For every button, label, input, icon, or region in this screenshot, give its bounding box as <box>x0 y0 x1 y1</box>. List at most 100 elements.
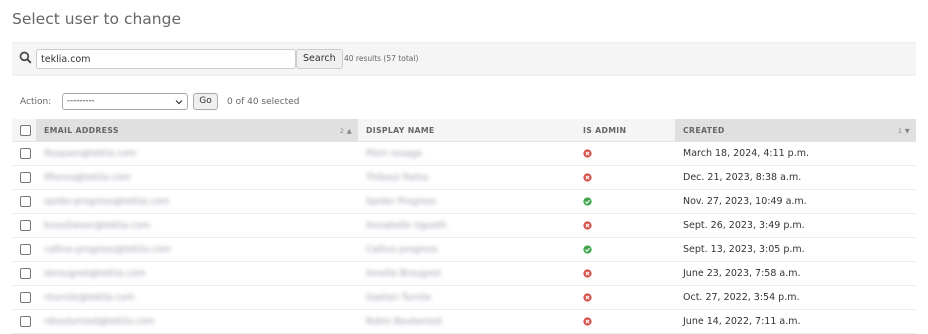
table-row: bvoutlaiser@teklia.com Annabelle Ugueth Se… <box>12 213 916 238</box>
is-admin-cell <box>575 213 675 238</box>
check-circle-icon <box>583 197 592 206</box>
go-button[interactable]: Go <box>193 93 218 110</box>
column-header-created[interactable]: CREATED 1 ▼ <box>675 119 916 142</box>
display-name: Plein rouage <box>366 149 423 159</box>
email-link[interactable]: tflonus@teklia.com <box>44 173 131 183</box>
row-checkbox-cell <box>12 261 36 286</box>
column-header-is-admin[interactable]: IS ADMIN <box>575 119 675 142</box>
created-cell: Dec. 21, 2023, 8:38 a.m. <box>675 165 916 190</box>
email-cell: lbuquen@teklia.com <box>36 141 358 166</box>
created-cell: Sept. 26, 2023, 3:49 p.m. <box>675 213 916 238</box>
search-icon <box>19 51 32 64</box>
cross-circle-icon <box>583 317 592 326</box>
email-link[interactable]: nturnlie@teklia.com <box>44 293 135 303</box>
display-name: Amelie Brougnet <box>366 269 442 279</box>
is-admin-cell <box>575 189 675 214</box>
is-admin-cell <box>575 141 675 166</box>
check-circle-icon <box>583 245 592 254</box>
select-all-header <box>12 119 36 142</box>
email-cell: spider-progress@teklia.com <box>36 189 358 214</box>
cross-circle-icon <box>583 293 592 302</box>
display-name-cell: Robin Baubertod <box>358 309 575 334</box>
display-name: Annabelle Ugueth <box>366 221 447 231</box>
display-name: Thibaut Ralnu <box>366 173 429 183</box>
created-cell: June 23, 2023, 7:58 a.m. <box>675 261 916 286</box>
email-link[interactable]: callivo-progress@teklia.com <box>44 245 171 255</box>
email-cell: tflonus@teklia.com <box>36 165 358 190</box>
table-row: sbrougnet@teklia.com Amelie Brougnet June … <box>12 261 916 286</box>
is-admin-cell <box>575 285 675 310</box>
row-checkbox[interactable] <box>20 292 31 303</box>
display-name-cell: Spider Progress <box>358 189 575 214</box>
row-checkbox[interactable] <box>20 196 31 207</box>
email-link[interactable]: bvoutlaiser@teklia.com <box>44 221 150 231</box>
column-header-is-admin-label: IS ADMIN <box>583 125 627 135</box>
action-bar: Action: --------- Go 0 of 40 selected <box>12 92 916 114</box>
email-cell: rdoudumiod@teklia.com <box>36 309 358 334</box>
row-checkbox-cell <box>12 237 36 262</box>
row-checkbox-cell <box>12 189 36 214</box>
email-link[interactable]: rdoudumiod@teklia.com <box>44 317 154 327</box>
row-checkbox-cell <box>12 309 36 334</box>
row-checkbox[interactable] <box>20 244 31 255</box>
row-checkbox[interactable] <box>20 316 31 327</box>
created-sort-indicator[interactable]: 1 ▼ <box>898 127 910 135</box>
column-header-email-label: EMAIL ADDRESS <box>44 125 119 135</box>
created-cell: Sept. 13, 2023, 3:05 p.m. <box>675 237 916 262</box>
cross-circle-icon <box>583 149 592 158</box>
email-cell: callivo-progress@teklia.com <box>36 237 358 262</box>
table-row: nturnlie@teklia.com Gaetan Turnlie Oct. 27… <box>12 285 916 310</box>
display-name-cell: Thibaut Ralnu <box>358 165 575 190</box>
table-row: rdoudumiod@teklia.com Robin Baubertod June… <box>12 309 916 334</box>
display-name: Callivo progress <box>366 245 438 255</box>
action-select[interactable]: --------- <box>62 93 188 110</box>
row-checkbox[interactable] <box>20 148 31 159</box>
search-input[interactable] <box>36 49 296 69</box>
select-all-checkbox[interactable] <box>20 124 31 136</box>
table-header-row: EMAIL ADDRESS 2 ▲ DISPLAY NAME IS ADMIN … <box>12 119 916 142</box>
row-checkbox-cell <box>12 141 36 166</box>
row-checkbox[interactable] <box>20 268 31 279</box>
display-name-cell: Annabelle Ugueth <box>358 213 575 238</box>
action-label: Action: <box>20 97 52 107</box>
display-name: Spider Progress <box>366 197 437 207</box>
created-cell: March 18, 2024, 4:11 p.m. <box>675 141 916 166</box>
display-name: Robin Baubertod <box>366 317 442 327</box>
cross-circle-icon <box>583 173 592 182</box>
search-button[interactable]: Search <box>296 49 343 69</box>
cross-circle-icon <box>583 269 592 278</box>
email-link[interactable]: spider-progress@teklia.com <box>44 197 169 207</box>
row-checkbox-cell <box>12 285 36 310</box>
column-header-email[interactable]: EMAIL ADDRESS 2 ▲ <box>36 119 358 142</box>
email-link[interactable]: sbrougnet@teklia.com <box>44 269 145 279</box>
row-checkbox[interactable] <box>20 220 31 231</box>
row-checkbox-cell <box>12 213 36 238</box>
is-admin-cell <box>575 261 675 286</box>
cross-circle-icon <box>583 221 592 230</box>
display-name-cell: Plein rouage <box>358 141 575 166</box>
table-row: tflonus@teklia.com Thibaut Ralnu Dec. 21, … <box>12 165 916 190</box>
column-header-display-name[interactable]: DISPLAY NAME <box>358 119 575 142</box>
action-select-value: --------- <box>67 96 95 106</box>
created-cell: June 14, 2022, 7:11 a.m. <box>675 309 916 334</box>
search-toolbar: Search 40 results (57 total) <box>12 42 916 76</box>
table-row: callivo-progress@teklia.com Callivo progr… <box>12 237 916 262</box>
email-cell: sbrougnet@teklia.com <box>36 261 358 286</box>
column-header-display-name-label: DISPLAY NAME <box>366 125 435 135</box>
column-header-created-label: CREATED <box>683 125 725 135</box>
row-checkbox[interactable] <box>20 172 31 183</box>
display-name-cell: Amelie Brougnet <box>358 261 575 286</box>
row-checkbox-cell <box>12 165 36 190</box>
display-name: Gaetan Turnlie <box>366 293 432 303</box>
table-row: lbuquen@teklia.com Plein rouage March 18, … <box>12 141 916 166</box>
results-table: EMAIL ADDRESS 2 ▲ DISPLAY NAME IS ADMIN … <box>12 119 916 334</box>
email-link[interactable]: lbuquen@teklia.com <box>44 149 136 159</box>
email-sort-indicator[interactable]: 2 ▲ <box>340 127 352 135</box>
created-cell: Nov. 27, 2023, 10:49 a.m. <box>675 189 916 214</box>
selected-count: 0 of 40 selected <box>227 97 300 107</box>
is-admin-cell <box>575 165 675 190</box>
page-title: Select user to change <box>12 10 182 28</box>
is-admin-cell <box>575 309 675 334</box>
is-admin-cell <box>575 237 675 262</box>
result-count: 40 results (57 total) <box>344 54 419 63</box>
